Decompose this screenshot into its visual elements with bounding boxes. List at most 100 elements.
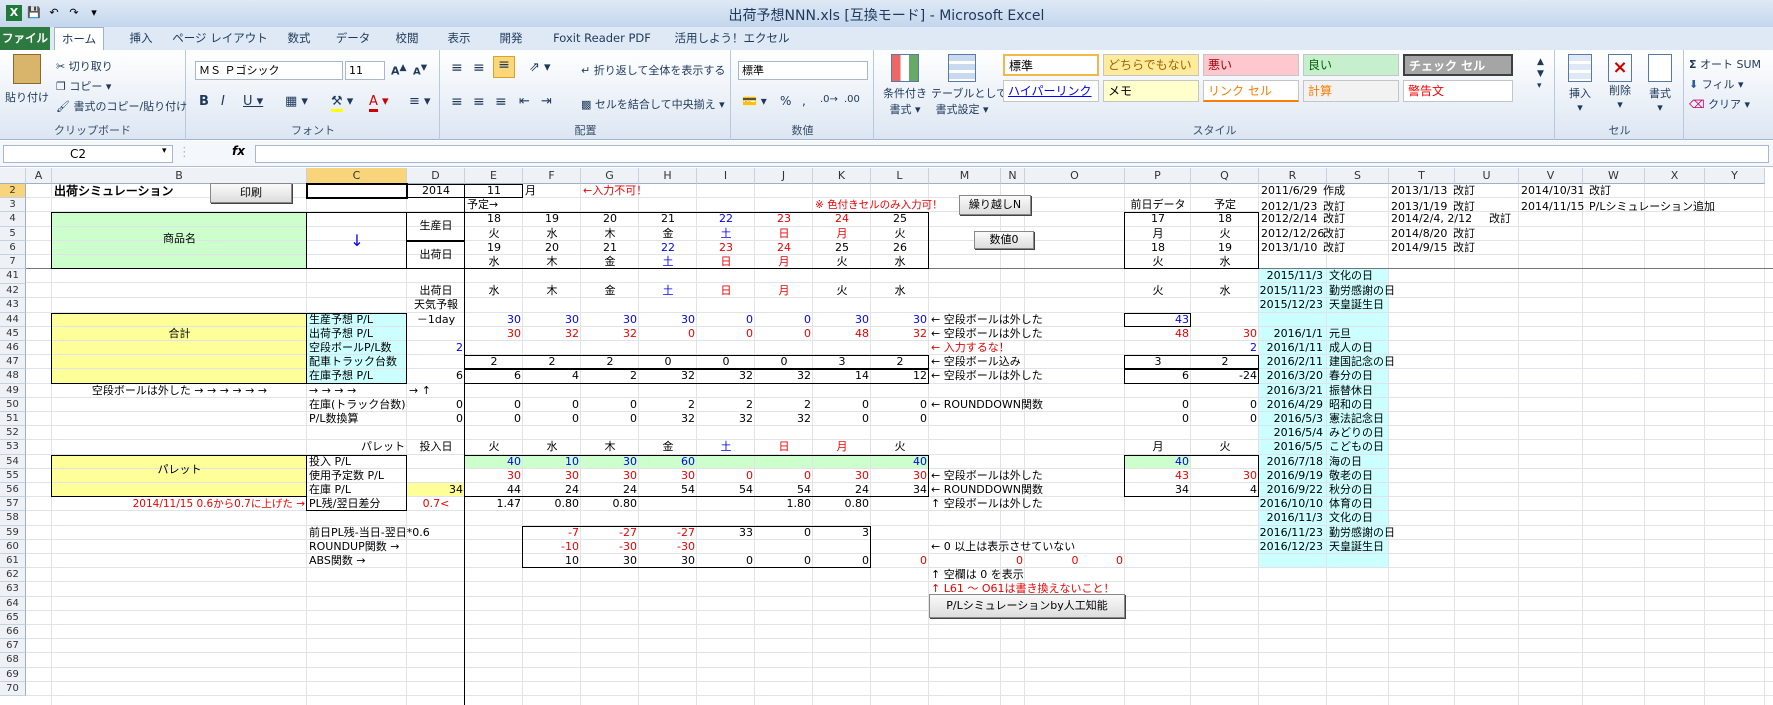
delete-cells-button[interactable]: × 削除 ▾ — [1602, 54, 1638, 111]
row-header[interactable]: 70 — [0, 681, 26, 696]
row-header[interactable]: 7 — [0, 255, 26, 270]
align-center-icon[interactable]: ≡ — [473, 94, 485, 110]
kurikoshi-button[interactable]: 繰り越しN — [959, 195, 1031, 216]
pallet-stock-start[interactable]: 34 — [409, 483, 463, 497]
row-header[interactable]: 59 — [0, 525, 26, 540]
selected-cell[interactable] — [306, 183, 408, 200]
format-as-table-button[interactable]: テーブルとして 書式設定 ▾ — [931, 54, 1007, 117]
row-header[interactable]: 48 — [0, 369, 26, 384]
tab-formulas[interactable]: 数式 — [276, 27, 322, 50]
clear-button[interactable]: ⌫ クリア ▾ — [1689, 96, 1750, 112]
align-right-icon[interactable]: ≡ — [495, 94, 507, 110]
row-header[interactable]: 41 — [0, 269, 26, 285]
row-header[interactable]: 46 — [0, 341, 26, 356]
row-header[interactable]: 5 — [0, 226, 26, 241]
prev-prod[interactable]: 43 — [1127, 313, 1189, 327]
cell-style-6[interactable]: メモ — [1103, 80, 1199, 102]
cell-style-9[interactable]: 警告文 — [1403, 80, 1513, 102]
row-header[interactable]: 65 — [0, 610, 26, 625]
column-header[interactable]: B — [52, 168, 307, 184]
pallet-input[interactable]: 40 — [467, 455, 521, 469]
conditional-format-button[interactable]: 条件付き 書式 ▾ — [881, 54, 929, 117]
tab-page-layout[interactable]: ページ レイアウト — [170, 27, 270, 50]
cell-style-4[interactable]: チェック セル — [1403, 54, 1513, 76]
print-button[interactable]: 印刷 — [210, 183, 292, 203]
row-header[interactable]: 47 — [0, 355, 26, 370]
tab-katsuyou[interactable]: 活用しよう！エクセル — [672, 27, 792, 50]
row-header[interactable]: 62 — [0, 568, 26, 583]
column-header[interactable]: R — [1259, 168, 1327, 184]
ship-forecast[interactable]: 30 — [467, 327, 521, 341]
ship-forecast[interactable]: 32 — [873, 327, 927, 341]
ship-forecast[interactable]: 0 — [699, 327, 753, 341]
autosum-button[interactable]: Σ オート SUM — [1689, 56, 1761, 72]
pallet-input[interactable] — [757, 455, 811, 469]
column-header[interactable]: L — [871, 168, 929, 184]
year-cell[interactable]: 2014 — [409, 184, 463, 198]
month-cell[interactable]: 11 — [467, 184, 521, 198]
pallet-input[interactable]: 30 — [583, 455, 637, 469]
row-header[interactable]: 63 — [0, 582, 26, 597]
pallet-input[interactable] — [815, 455, 869, 469]
row-header[interactable]: 49 — [0, 383, 26, 398]
ship-forecast[interactable]: 32 — [525, 327, 579, 341]
prod-forecast[interactable]: 0 — [757, 313, 811, 327]
fill-color-icon[interactable]: ⚒ ▾ — [331, 94, 353, 112]
prod-forecast[interactable]: 30 — [467, 313, 521, 327]
column-header[interactable]: C — [307, 168, 407, 184]
border-icon[interactable]: ▦ ▾ — [285, 94, 308, 109]
column-header[interactable]: E — [465, 168, 523, 184]
column-header[interactable]: V — [1519, 168, 1583, 184]
decrease-indent-icon[interactable]: ⇤ — [519, 94, 530, 109]
tab-view[interactable]: 表示 — [436, 27, 482, 50]
pallet-input[interactable]: 40 — [873, 455, 927, 469]
cell-style-3[interactable]: 良い — [1303, 54, 1399, 76]
column-header[interactable]: M — [929, 168, 1001, 184]
row-header[interactable]: 52 — [0, 426, 26, 441]
ship-forecast[interactable]: 0 — [757, 327, 811, 341]
column-header[interactable]: N — [1001, 168, 1025, 184]
column-header[interactable]: J — [755, 168, 813, 184]
tab-file[interactable]: ファイル — [0, 27, 50, 50]
row-header[interactable]: 42 — [0, 284, 26, 299]
align-top-icon[interactable]: ≡ — [451, 60, 463, 76]
ship-forecast[interactable]: 48 — [815, 327, 869, 341]
tab-foxit[interactable]: Foxit Reader PDF — [544, 27, 660, 50]
cell-style-8[interactable]: 計算 — [1303, 80, 1399, 102]
cell-style-2[interactable]: 悪い — [1203, 54, 1299, 76]
cut-button[interactable]: ✂ 切り取り — [56, 58, 113, 74]
prod-forecast[interactable]: 30 — [641, 313, 695, 327]
align-middle-icon[interactable]: ≡ — [473, 60, 485, 76]
cell-style-1[interactable]: どちらでもない — [1103, 54, 1199, 76]
row-header[interactable]: 61 — [0, 554, 26, 569]
row-header[interactable]: 57 — [0, 497, 26, 512]
column-header[interactable]: I — [697, 168, 755, 184]
fill-button[interactable]: ⬇ フィル ▾ — [1689, 76, 1744, 92]
row-header[interactable]: 55 — [0, 468, 26, 483]
align-left-icon[interactable]: ≡ — [451, 94, 463, 110]
formula-input[interactable] — [255, 145, 1769, 163]
column-header[interactable]: U — [1455, 168, 1519, 184]
row-header[interactable]: 66 — [0, 625, 26, 640]
font-size-select[interactable]: 11 — [345, 61, 385, 80]
column-header[interactable]: T — [1389, 168, 1455, 184]
row-header[interactable]: 2 — [0, 184, 26, 199]
increase-decimal-icon[interactable]: .0→ — [820, 94, 838, 105]
tab-insert[interactable]: 挿入 — [118, 27, 164, 50]
row-header[interactable]: 50 — [0, 397, 26, 412]
prod-forecast[interactable]: 30 — [583, 313, 637, 327]
name-box[interactable]: C2 — [3, 145, 173, 163]
grow-font-icon[interactable]: A▲ — [391, 62, 407, 78]
row-header[interactable]: 67 — [0, 639, 26, 654]
bold-icon[interactable]: B — [199, 94, 209, 109]
row-header[interactable]: 43 — [0, 298, 26, 313]
prod-forecast[interactable]: 30 — [873, 313, 927, 327]
name-box-dropdown-icon[interactable]: ▾ — [162, 146, 167, 156]
row-header[interactable]: 58 — [0, 511, 26, 526]
italic-icon[interactable]: I — [221, 94, 225, 109]
empty-box-pl[interactable]: 2 — [409, 341, 463, 355]
column-header[interactable]: P — [1125, 168, 1191, 184]
font-name-select[interactable]: ＭＳ Ｐゴシック — [195, 61, 343, 80]
percent-icon[interactable]: % — [780, 94, 791, 108]
comma-icon[interactable]: , — [802, 94, 806, 108]
